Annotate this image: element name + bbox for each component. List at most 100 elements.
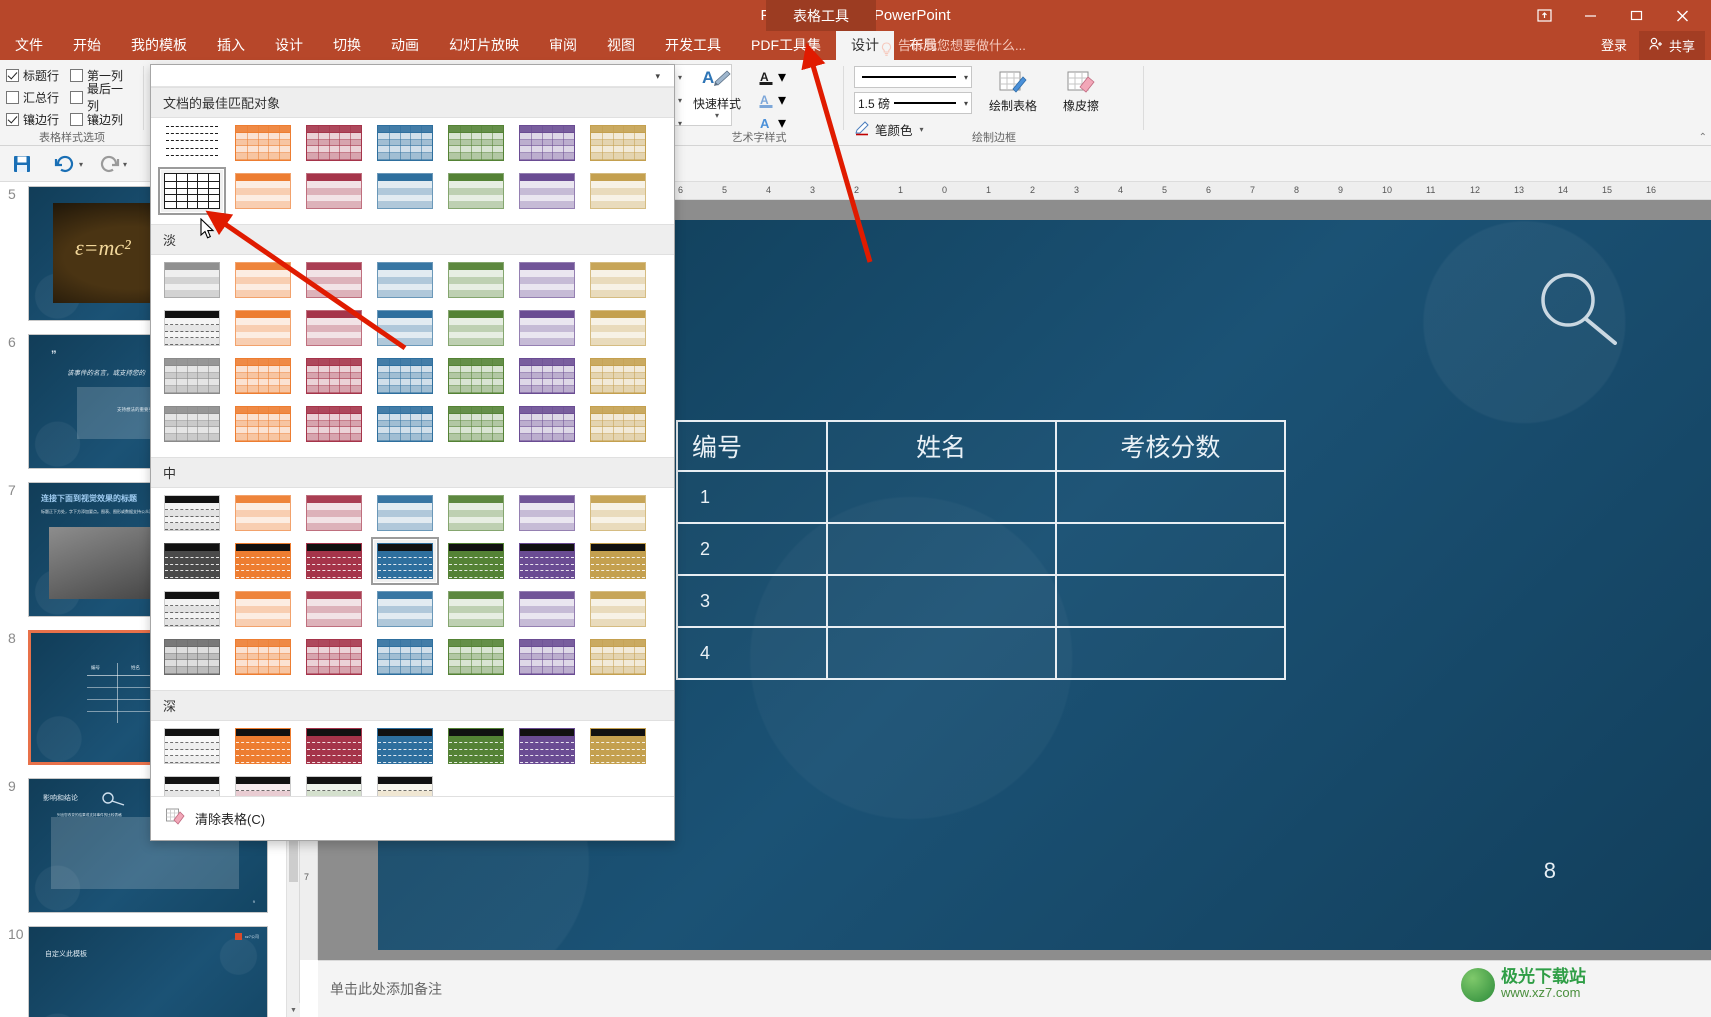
table-style-swatch[interactable] [516, 307, 578, 349]
slide-table[interactable]: 编号 姓名 考核分数 1 2 3 4 [676, 420, 1287, 680]
chevron-down-icon[interactable]: ▾ [964, 73, 968, 82]
table-style-swatch[interactable] [374, 403, 436, 445]
table-row[interactable]: 2 [676, 522, 1287, 576]
table-style-swatch[interactable] [303, 403, 365, 445]
ribbon-display-options-icon[interactable] [1521, 0, 1567, 31]
tab-view[interactable]: 视图 [592, 31, 650, 60]
chevron-down-icon[interactable]: ▾ [778, 90, 786, 110]
table-style-swatch[interactable] [232, 540, 294, 582]
table-style-swatch[interactable] [303, 122, 365, 164]
checkbox-banded-rows[interactable]: 镶边行 [6, 111, 70, 128]
checkbox-banded-columns[interactable]: 镶边列 [70, 111, 134, 128]
close-icon[interactable] [1659, 0, 1705, 31]
table-style-swatch[interactable] [516, 170, 578, 212]
table-style-swatch[interactable] [516, 403, 578, 445]
tab-design[interactable]: 设计 [260, 31, 318, 60]
table-style-swatch[interactable] [445, 492, 507, 534]
tab-transitions[interactable]: 切换 [318, 31, 376, 60]
table-style-swatch[interactable] [587, 355, 649, 397]
table-style-swatch[interactable] [374, 355, 436, 397]
table-style-swatch[interactable] [161, 259, 223, 301]
table-style-swatch[interactable] [587, 588, 649, 630]
table-style-swatch[interactable] [516, 588, 578, 630]
table-style-swatch[interactable] [587, 492, 649, 534]
table-style-swatch[interactable] [232, 259, 294, 301]
undo-icon[interactable]: ▾ [54, 153, 83, 175]
table-style-swatch[interactable] [232, 403, 294, 445]
table-cell-number[interactable]: 3 [676, 574, 828, 628]
table-style-swatch[interactable] [371, 537, 439, 585]
minimize-icon[interactable] [1567, 0, 1613, 31]
table-style-swatch[interactable] [161, 307, 223, 349]
eraser-button[interactable]: 橡皮擦 [1048, 66, 1114, 113]
table-styles-gallery-dropdown[interactable]: ▾ 文档的最佳匹配对象 淡 中 深 ···· 清除表格(C) [150, 64, 675, 841]
chevron-down-icon[interactable]: ▾ [655, 71, 660, 82]
table-style-swatch[interactable] [445, 540, 507, 582]
pen-style-combo[interactable]: ▾ [854, 66, 972, 88]
table-cell-name[interactable] [825, 470, 1057, 524]
checkbox-total-row[interactable]: 汇总行 [6, 89, 70, 106]
table-style-swatch[interactable] [516, 540, 578, 582]
table-style-swatch[interactable] [374, 492, 436, 534]
tab-insert[interactable]: 插入 [202, 31, 260, 60]
tab-my-templates[interactable]: 我的模板 [116, 31, 202, 60]
table-style-swatch[interactable] [516, 122, 578, 164]
table-style-swatch[interactable] [587, 403, 649, 445]
table-style-swatch[interactable] [374, 122, 436, 164]
ribbon-collapse-icon[interactable]: ⌃ [1699, 132, 1707, 143]
table-style-swatch[interactable] [587, 307, 649, 349]
table-style-swatch[interactable] [161, 540, 223, 582]
tab-slideshow[interactable]: 幻灯片放映 [434, 31, 534, 60]
thumbnail-slide-10[interactable]: 10 自定义此模板 xz7公司 [0, 926, 290, 1017]
table-style-swatch[interactable] [161, 492, 223, 534]
checkbox-header-row[interactable]: 标题行 [6, 67, 70, 84]
table-style-swatch[interactable] [303, 588, 365, 630]
table-style-swatch[interactable] [445, 725, 507, 767]
tab-review[interactable]: 审阅 [534, 31, 592, 60]
table-style-swatch[interactable] [587, 170, 649, 212]
table-style-swatch[interactable] [303, 492, 365, 534]
restore-icon[interactable] [1613, 0, 1659, 31]
tab-developer[interactable]: 开发工具 [650, 31, 736, 60]
redo-icon[interactable]: ▾ [98, 153, 127, 175]
table-style-swatch[interactable] [303, 170, 365, 212]
table-style-swatch[interactable] [445, 307, 507, 349]
table-style-swatch[interactable] [161, 588, 223, 630]
table-style-swatch[interactable] [374, 307, 436, 349]
pen-weight-combo[interactable]: 1.5 磅 ▾ [854, 92, 972, 114]
table-style-swatch[interactable] [516, 725, 578, 767]
table-style-swatch[interactable] [303, 725, 365, 767]
table-style-swatch[interactable] [445, 355, 507, 397]
table-cell-score[interactable] [1054, 574, 1287, 628]
table-cell-number[interactable]: 1 [676, 470, 828, 524]
table-style-swatch[interactable] [374, 588, 436, 630]
chevron-down-icon[interactable]: ▾ [123, 160, 127, 169]
table-cell-number[interactable]: 4 [676, 626, 828, 680]
tell-me-box[interactable]: 告诉我您想要做什么... [880, 31, 1026, 60]
table-style-swatch[interactable] [303, 540, 365, 582]
table-style-swatch[interactable] [303, 636, 365, 678]
table-style-swatch[interactable] [587, 540, 649, 582]
tab-file[interactable]: 文件 [0, 31, 58, 60]
table-style-swatch[interactable] [445, 170, 507, 212]
table-cell-name[interactable] [825, 522, 1057, 576]
tab-animations[interactable]: 动画 [376, 31, 434, 60]
table-cell-score[interactable] [1054, 522, 1287, 576]
table-style-swatch[interactable] [158, 167, 226, 215]
table-style-swatch[interactable] [232, 636, 294, 678]
table-style-swatch[interactable] [303, 355, 365, 397]
save-icon[interactable] [12, 153, 32, 175]
sign-in-button[interactable]: 登录 [1591, 31, 1637, 60]
share-button[interactable]: 共享 [1638, 31, 1705, 60]
table-cell-name[interactable] [825, 574, 1057, 628]
table-style-swatch[interactable] [232, 725, 294, 767]
table-style-swatch[interactable] [303, 307, 365, 349]
table-style-swatch[interactable] [587, 636, 649, 678]
chevron-down-icon[interactable]: ▾ [715, 111, 719, 120]
table-cell-name[interactable] [825, 626, 1057, 680]
table-style-swatch[interactable] [516, 492, 578, 534]
table-style-swatch[interactable] [445, 259, 507, 301]
table-style-swatch[interactable] [587, 122, 649, 164]
table-style-swatch[interactable] [232, 492, 294, 534]
chevron-down-icon[interactable]: ▾ [79, 160, 83, 169]
